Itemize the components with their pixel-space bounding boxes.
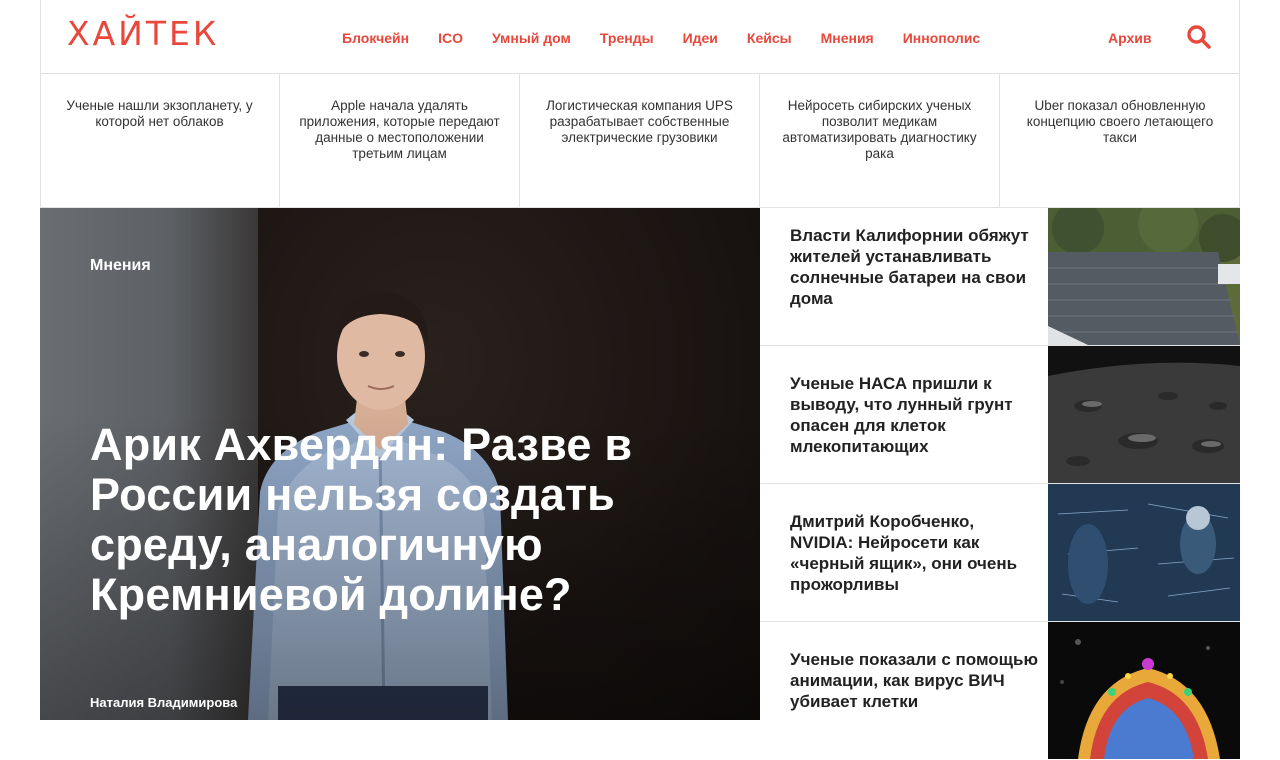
- news-ticker: Ученые нашли экзопланету, у которой нет …: [40, 74, 1240, 208]
- nav-item-blockchain[interactable]: Блокчейн: [342, 29, 409, 47]
- neural-network-image: [1048, 484, 1240, 621]
- ticker-item[interactable]: Uber показал обновленную концепцию своег…: [1000, 74, 1240, 207]
- nav-item-ideas[interactable]: Идеи: [683, 29, 718, 47]
- moon-surface-image: [1048, 346, 1240, 483]
- list-item[interactable]: Ученые НАСА пришли к выводу, что лунный …: [760, 346, 1240, 484]
- side-news-list: Власти Калифорнии обяжут жителей устанав…: [760, 208, 1240, 759]
- hero-category[interactable]: Мнения: [90, 256, 151, 276]
- hiv-virus-image: [1048, 622, 1240, 759]
- nav-item-innopolis[interactable]: Иннополис: [903, 29, 980, 47]
- hero-article[interactable]: Мнения Арик Ахвердян: Разве в России нел…: [40, 208, 760, 720]
- site-logo[interactable]: ХАЙТЕК: [67, 14, 219, 54]
- list-item-title: Дмитрий Коробченко, NVIDIA: Нейросети ка…: [790, 512, 1018, 594]
- nav-item-ico[interactable]: ICO: [438, 29, 463, 47]
- search-button[interactable]: [1186, 24, 1212, 50]
- hero-title[interactable]: Арик Ахвердян: Разве в России нельзя соз…: [90, 420, 710, 620]
- list-item-title: Власти Калифорнии обяжут жителей устанав…: [790, 226, 1029, 308]
- solar-roof-image: [1048, 208, 1240, 345]
- ticker-item[interactable]: Нейросеть сибирских ученых позволит меди…: [760, 74, 1000, 207]
- archive-link[interactable]: Архив: [1108, 29, 1151, 47]
- list-item-title: Ученые показали с помощью анимации, как …: [790, 650, 1038, 711]
- list-item[interactable]: Ученые показали с помощью анимации, как …: [760, 622, 1240, 760]
- search-icon: [1187, 25, 1211, 49]
- ticker-item[interactable]: Логистическая компания UPS разрабатывает…: [520, 74, 760, 207]
- nav-item-trends[interactable]: Тренды: [600, 29, 654, 47]
- site-header: ХАЙТЕК Блокчейн ICO Умный дом Тренды Иде…: [40, 0, 1240, 74]
- hero-author[interactable]: Наталия Владимирова: [90, 694, 237, 712]
- ticker-item[interactable]: Apple начала удалять приложения, которые…: [280, 74, 520, 207]
- ticker-item[interactable]: Ученые нашли экзопланету, у которой нет …: [40, 74, 280, 207]
- nav-item-opinions[interactable]: Мнения: [821, 29, 874, 47]
- list-item[interactable]: Власти Калифорнии обяжут жителей устанав…: [760, 208, 1240, 346]
- list-item-title: Ученые НАСА пришли к выводу, что лунный …: [790, 374, 1013, 456]
- nav-item-cases[interactable]: Кейсы: [747, 29, 792, 47]
- main-nav: Блокчейн ICO Умный дом Тренды Идеи Кейсы…: [342, 29, 1009, 47]
- nav-item-smart-home[interactable]: Умный дом: [492, 29, 571, 47]
- list-item[interactable]: Дмитрий Коробченко, NVIDIA: Нейросети ка…: [760, 484, 1240, 622]
